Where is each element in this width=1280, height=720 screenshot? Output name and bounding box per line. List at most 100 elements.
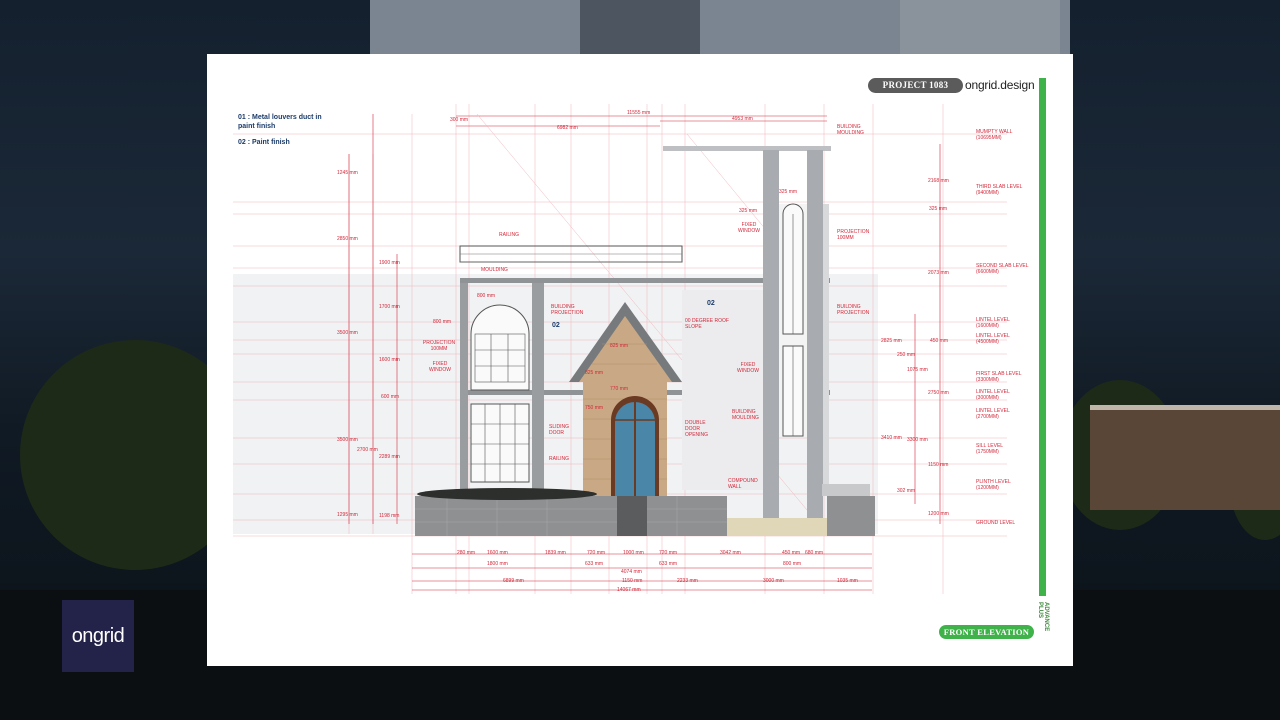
dim-label: 800 mm xyxy=(477,293,496,299)
dim-label: 4074 mm xyxy=(621,569,642,575)
dim-label: 750 mm xyxy=(585,405,604,411)
callout-label: RAILING xyxy=(499,232,520,238)
dim-label: 800 mm xyxy=(783,561,802,567)
dim-label: 3500 mm xyxy=(337,330,358,336)
dim-label: 770 mm xyxy=(610,386,629,392)
dim-label: 1839 mm xyxy=(545,550,566,556)
level-label: LINTEL LEVEL (2700MM) xyxy=(976,408,1010,420)
dim-label: 2850 mm xyxy=(337,236,358,242)
level-label: FIRST SLAB LEVEL (3300MM) xyxy=(976,371,1022,383)
compound-wall-left xyxy=(415,496,727,536)
accent-bar xyxy=(1039,78,1046,596)
tower-column-right xyxy=(807,150,823,518)
dim-label: 2233 mm xyxy=(677,578,698,584)
dim-label: 1800 mm xyxy=(487,561,508,567)
entry-steps xyxy=(617,496,647,536)
dim-label: 6982 mm xyxy=(557,125,578,131)
background-building-dark xyxy=(580,0,700,55)
dim-label: 1295 mm xyxy=(337,512,358,518)
background-shed xyxy=(1090,410,1280,510)
brand-logo: ongrid.design xyxy=(965,78,1035,92)
callout-label: FIXED WINDOW xyxy=(737,362,759,374)
arched-window xyxy=(470,304,530,391)
dim-label: 1000 mm xyxy=(623,550,644,556)
dim-label: 2168 mm xyxy=(928,178,949,184)
dim-label: 1198 mm xyxy=(379,513,400,519)
level-label: LINTEL LEVEL (1600MM) xyxy=(976,317,1010,329)
project-tag: PROJECT 1083 xyxy=(868,78,963,93)
dim-label: 633 mm xyxy=(585,561,604,567)
level-label: LINTEL LEVEL (3000MM) xyxy=(976,389,1010,401)
dim-label: 6899 mm xyxy=(503,578,524,584)
callout-label: MOULDING xyxy=(481,267,508,273)
shrubs xyxy=(417,488,597,500)
dim-label: 4953 mm xyxy=(732,116,753,122)
level-label: LINTEL LEVEL (4500MM) xyxy=(976,333,1010,345)
dim-label: 680 mm xyxy=(805,550,824,556)
left-column xyxy=(460,283,468,495)
callout-label: BUILDING PROJECTION xyxy=(551,304,584,316)
dim-label: 3000 mm xyxy=(763,578,784,584)
ground-planter xyxy=(727,518,827,536)
dim-label: 3300 mm xyxy=(907,437,928,443)
dim-label: 825 mm xyxy=(610,343,629,349)
dim-label: 800 mm xyxy=(433,319,452,325)
dim-label: 1600 mm xyxy=(379,357,400,363)
level-label: SILL LEVEL (1750MM) xyxy=(976,443,1003,455)
dim-label: 2289 mm xyxy=(379,454,400,460)
tower-column-left xyxy=(763,150,779,518)
dim-label: 450 mm xyxy=(782,550,801,556)
level-label: GROUND LEVEL xyxy=(976,520,1016,526)
dim-label: 3042 mm xyxy=(720,550,741,556)
dim-label: 825 mm xyxy=(585,370,604,376)
callout-label: BUILDING MOULDING xyxy=(837,124,864,136)
dim-label: 1900 mm xyxy=(379,260,400,266)
dim-label: 3410 mm xyxy=(881,435,902,441)
dim-label: 3500 mm xyxy=(337,437,358,443)
callout-label: RAILING xyxy=(549,456,570,462)
callout-label: DOUBLE DOOR OPENING xyxy=(685,420,709,438)
legend: 01 : Metal louvers duct in paint finish … xyxy=(238,113,338,154)
compound-wall-right xyxy=(827,496,875,536)
background-building-light xyxy=(900,0,1060,58)
dim-label: 633 mm xyxy=(659,561,678,567)
dim-label: 1035 mm xyxy=(837,578,858,584)
dim-label: 280 mm xyxy=(457,550,476,556)
callout-label: BUILDING MOULDING xyxy=(732,409,759,421)
dim-label: 2825 mm xyxy=(881,338,902,344)
callout-label: FIXED WINDOW xyxy=(429,361,451,373)
dim-label: 1150 mm xyxy=(928,462,949,468)
dim-label: 2073 mm xyxy=(928,270,949,276)
ongrid-logo[interactable]: ongrid xyxy=(62,600,134,672)
dim-label: 1200 mm xyxy=(928,511,949,517)
callout-label: 00 DEGREE ROOF SLOPE xyxy=(685,318,729,330)
dim-label: 1150 mm xyxy=(622,578,643,584)
legend-item: 01 : Metal louvers duct in paint finish xyxy=(238,114,322,130)
callout-label: PROJECTION 100MM xyxy=(422,340,456,352)
dim-label: 450 mm xyxy=(930,338,949,344)
dim-label: 300 mm xyxy=(450,117,469,123)
dim-label: 250 mm xyxy=(897,352,916,358)
dim-label: 1075 mm xyxy=(907,367,928,373)
material-marker: 02 xyxy=(552,322,560,329)
callout-label: PROJECTION 100MM xyxy=(837,229,870,241)
level-label: SECOND SLAB LEVEL (6600MM) xyxy=(976,263,1029,275)
level-label: MUMPTY WALL (10695MM) xyxy=(976,129,1013,141)
gate-post xyxy=(822,484,870,496)
dim-label: 720 mm xyxy=(587,550,606,556)
dim-label: 600 mm xyxy=(381,394,400,400)
level-label: PLINTH LEVEL (1200MM) xyxy=(976,479,1011,491)
dim-label: 1245 mm xyxy=(337,170,358,176)
dim-label: 14067 mm xyxy=(617,587,641,593)
mumpty-wall xyxy=(663,146,831,151)
dim-label: 1600 mm xyxy=(487,550,508,556)
dim-label: 720 mm xyxy=(659,550,678,556)
dim-label: 2700 mm xyxy=(357,447,378,453)
callout-label: SLIDING DOOR xyxy=(549,424,570,436)
dim-label: 325 mm xyxy=(929,206,948,212)
level-label: THIRD SLAB LEVEL (9400MM) xyxy=(976,184,1023,196)
mid-column xyxy=(532,283,544,495)
dim-label: 325 mm xyxy=(739,208,758,214)
sheet-title: FRONT ELEVATION xyxy=(939,625,1034,639)
tower-projection xyxy=(823,204,829,494)
